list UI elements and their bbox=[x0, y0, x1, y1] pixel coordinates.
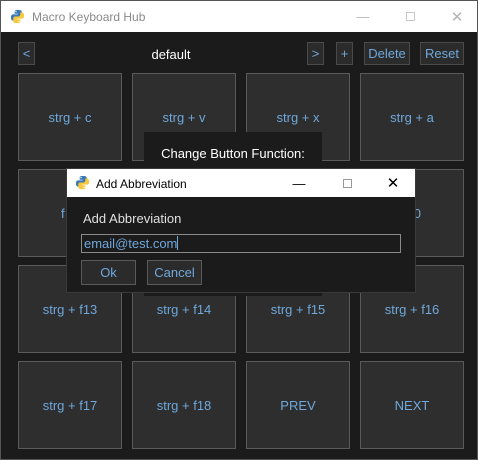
minimize-icon: — bbox=[292, 175, 306, 191]
macro-button-13[interactable]: strg + f17 bbox=[18, 361, 122, 449]
close-button[interactable]: ✕ bbox=[441, 1, 473, 32]
prev-profile-button[interactable]: < bbox=[18, 42, 35, 65]
maximize-icon bbox=[405, 12, 415, 21]
next-page-button[interactable]: NEXT bbox=[360, 361, 464, 449]
text-caret bbox=[177, 236, 179, 250]
close-icon: ✕ bbox=[386, 175, 400, 192]
abbreviation-input[interactable]: email@test.com bbox=[81, 234, 401, 253]
python-icon bbox=[75, 175, 90, 195]
prev-page-button[interactable]: PREV bbox=[246, 361, 350, 449]
add-profile-button[interactable]: + bbox=[336, 42, 353, 65]
minimize-button[interactable]: — bbox=[347, 1, 379, 32]
macro-button-1[interactable]: strg + c bbox=[18, 73, 122, 161]
macro-button-4[interactable]: strg + a bbox=[360, 73, 464, 161]
main-window: Macro Keyboard Hub — ✕ < default > + Del… bbox=[0, 0, 478, 460]
next-profile-button[interactable]: > bbox=[307, 42, 324, 65]
profile-name: default bbox=[151, 47, 191, 62]
maximize-button[interactable] bbox=[394, 1, 426, 32]
abbreviation-input-value: email@test.com bbox=[84, 236, 178, 251]
delete-button[interactable]: Delete bbox=[364, 42, 410, 65]
cancel-button[interactable]: Cancel bbox=[147, 260, 202, 285]
ok-button[interactable]: Ok bbox=[81, 260, 136, 285]
title-bar[interactable]: Macro Keyboard Hub — ✕ bbox=[1, 1, 477, 32]
dialog-title-bar[interactable]: Add Abbreviation — ✕ bbox=[67, 169, 415, 197]
macro-button-14[interactable]: strg + f18 bbox=[132, 361, 236, 449]
dialog-minimize-button[interactable]: — bbox=[279, 169, 319, 197]
toolbar: < default > + Delete Reset bbox=[1, 32, 477, 68]
close-icon: ✕ bbox=[450, 8, 464, 26]
popup-caption: Change Button Function: bbox=[161, 146, 305, 161]
dialog-title: Add Abbreviation bbox=[96, 177, 187, 191]
reset-button[interactable]: Reset bbox=[420, 42, 464, 65]
window-title: Macro Keyboard Hub bbox=[32, 10, 146, 24]
minimize-icon: — bbox=[356, 9, 370, 24]
maximize-icon bbox=[342, 178, 352, 188]
dialog-close-button[interactable]: ✕ bbox=[373, 169, 413, 197]
dialog-maximize-button[interactable] bbox=[327, 169, 367, 197]
add-abbreviation-dialog: Add Abbreviation — ✕ Add Abbreviation em… bbox=[66, 168, 416, 293]
python-icon bbox=[10, 9, 25, 29]
dialog-prompt: Add Abbreviation bbox=[83, 211, 182, 226]
